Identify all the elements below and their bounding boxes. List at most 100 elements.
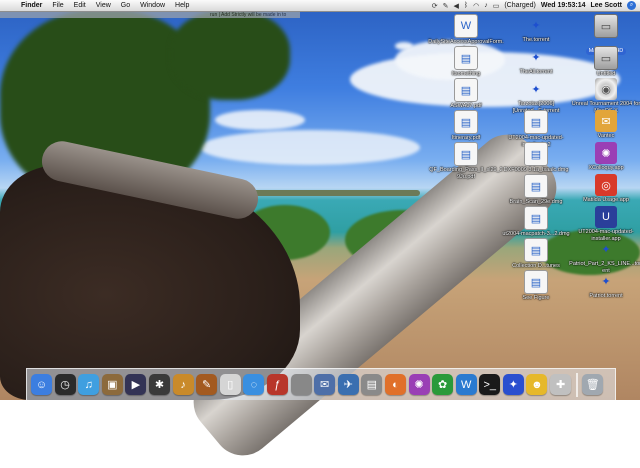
desktop-icon-label: Itinerary.pdf — [451, 135, 481, 141]
dock: ☺ ◷ ♫ ▣ ▶ ✱ ♪ ✎ ▯ ◌ ƒ ✉ ✈ ▤ ◐ ✺ ✿ W >_ ✦ ☻ ✚ 🗑 — [26, 368, 616, 400]
dock-flash-icon[interactable]: ƒ — [266, 374, 288, 395]
desktop-icon[interactable]: ▤ QF_Boarding_Pass_II_sl29_29Ju.pdf — [428, 142, 504, 180]
app-icon: ✺ — [595, 142, 617, 164]
wallpaper-cloud — [200, 130, 420, 165]
menu-edit[interactable]: Edit — [74, 2, 86, 9]
menu-extras: ⟳ ✎ ◀ ᛒ ◠ ♪ ▭ (Charged) Wed 19:53:14 Lee… — [432, 1, 640, 10]
doc-icon: ▤ — [524, 142, 548, 166]
dock-worldtime-icon[interactable]: W — [455, 374, 477, 395]
desktop-icon-label: QF_Boarding_Pass_II_sl29_29Ju.pdf — [429, 167, 503, 180]
sync-icon[interactable]: ⟳ — [432, 2, 438, 10]
torrent-icon: ✦ — [531, 51, 541, 64]
doc-icon: ▤ — [454, 78, 478, 102]
desktop-icon[interactable]: ✺ XColloquy.app — [568, 142, 640, 172]
dock-system-preferences-icon[interactable] — [290, 374, 312, 395]
desktop-icon[interactable]: ▤ ASWA07.pdf — [428, 78, 504, 110]
doc-icon: ▤ — [454, 110, 478, 134]
desktop-icon-label: Matilda Usage.app — [583, 197, 629, 203]
torrent-icon: ✦ — [601, 243, 611, 256]
menu-bar: Finder File Edit View Go Window Help ⟳ ✎… — [0, 0, 640, 12]
desktop-icon-label: See Figure — [522, 295, 550, 301]
desktop-icon[interactable]: U UT2004-mac-updated-installer.app — [568, 206, 640, 242]
desktop-icon[interactable]: ✉ Vantec — [568, 110, 640, 140]
desktop-icon[interactable]: ✦ TheAll.torrent — [498, 46, 574, 76]
dock-ipod-icon[interactable]: ▯ — [219, 374, 241, 395]
dock-bird-icon[interactable]: ✈ — [337, 374, 359, 395]
torrent-icon: ✦ — [531, 19, 541, 32]
battery-icon[interactable]: ▭ — [493, 2, 500, 10]
desktop-icon[interactable]: ✦ Patriot.torrent — [568, 270, 640, 300]
dock-safari-icon[interactable]: ◌ — [243, 374, 265, 395]
app-icon: U — [595, 206, 617, 228]
bluetooth-icon[interactable]: ᛒ — [464, 2, 468, 9]
script-icon[interactable]: ✎ — [443, 2, 449, 10]
dock-separator — [575, 372, 578, 397]
desktop-icon-label: Collection D...tunes — [512, 263, 560, 269]
desktop-icon[interactable]: ▤ Brain_Scan_29e.dmg — [498, 174, 574, 206]
dock-dashboard-icon[interactable]: ◷ — [54, 374, 76, 395]
dock-adium-icon[interactable]: ☻ — [526, 374, 548, 395]
desktop-icon-label: Vantec — [597, 133, 615, 139]
desktop-icon[interactable]: ▤ DXF0009 3.1a_lsaalc.dmg — [498, 142, 574, 174]
menu-clock[interactable]: Wed 19:53:14 — [541, 2, 586, 9]
desktop-icon[interactable]: ▤ Itinerary.pdf — [428, 110, 504, 142]
menu-file[interactable]: File — [52, 2, 63, 9]
desktop-icon[interactable]: ◎ Matilda Usage.app — [568, 174, 640, 204]
desktop-icon[interactable]: ▤ Itsomething — [428, 46, 504, 78]
dock-iphoto-icon[interactable]: ▣ — [101, 374, 123, 395]
doc-icon: ▤ — [454, 142, 478, 166]
menu-go[interactable]: Go — [121, 2, 130, 9]
battery-status[interactable]: (Charged) — [504, 2, 536, 9]
dock-mail-icon[interactable]: ✉ — [314, 374, 336, 395]
desktop-icon[interactable]: ✦ The.torrent — [498, 14, 574, 44]
dock-trash-icon[interactable]: 🗑 — [582, 374, 604, 395]
disc-icon: ◉ — [595, 78, 617, 100]
dock-itunes-icon[interactable]: ♫ — [78, 374, 100, 395]
wifi-icon[interactable]: ◠ — [473, 2, 479, 10]
torrent-icon: ✦ — [531, 83, 541, 96]
menu-view[interactable]: View — [96, 2, 111, 9]
desktop-icon[interactable]: ◉Unreal Tournament 2004 for MacOS X — [568, 78, 640, 114]
desktop-icon[interactable]: ▭ Untitled — [568, 46, 640, 78]
desktop-icon-label: The.torrent — [522, 37, 550, 43]
desktop-icon[interactable]: ▤ See Figure — [498, 270, 574, 302]
desktop-icon[interactable]: ✦ Patriot_Part_2_KS_LINE...torrent — [568, 238, 640, 274]
desktop-icon-label: ASWA07.pdf — [450, 103, 482, 109]
spotlight-icon[interactable]: ⌕ — [627, 1, 636, 10]
dock-firefox-icon[interactable]: ◐ — [384, 374, 406, 395]
doc-icon: ▤ — [524, 270, 548, 294]
desktop-icon[interactable]: ✦Tarzotas[2006][Unrated...E.torrent — [498, 78, 574, 114]
dock-idvd-icon[interactable]: ✱ — [148, 374, 170, 395]
menu-finder[interactable]: Finder — [21, 2, 42, 9]
dock-colloquy-icon[interactable]: ✺ — [408, 374, 430, 395]
volume-icon[interactable]: ◀ — [454, 2, 459, 10]
desktop-icon-label: Untitled — [596, 71, 616, 77]
dock-imovie-icon[interactable]: ▶ — [125, 374, 147, 395]
dock-transmission-icon[interactable]: ✦ — [502, 374, 524, 395]
menu-window[interactable]: Window — [140, 2, 165, 9]
dock-guitar-icon[interactable]: ✎ — [196, 374, 218, 395]
doc-icon: ▤ — [524, 110, 548, 134]
wallpaper-tree — [170, 10, 290, 100]
menu-help[interactable]: Help — [175, 2, 189, 9]
speaker-icon[interactable]: ♪ — [484, 2, 488, 9]
desktop-icon-label: XColloquy.app — [588, 165, 624, 171]
dock-terminal-icon[interactable]: >_ — [479, 374, 501, 395]
user-menu[interactable]: Lee Scott — [590, 2, 622, 9]
drive-icon: ▭ — [594, 14, 618, 38]
desktop-icon[interactable]: ▤ Collection D...tunes — [498, 238, 574, 270]
dock-garageband-icon[interactable]: ♪ — [172, 374, 194, 395]
desktop-icon[interactable]: ▤ ut2004-macpatch-3...2.dmg — [498, 206, 574, 238]
dock-preview-icon[interactable]: ✚ — [550, 374, 572, 395]
dock-address-book-icon[interactable]: ▤ — [361, 374, 383, 395]
doc-icon: ▤ — [524, 174, 548, 198]
dock-frog-icon[interactable]: ✿ — [432, 374, 454, 395]
dock-finder-icon[interactable]: ☺ — [31, 374, 52, 395]
drive-icon: ▭ — [594, 46, 618, 70]
desktop-icon-label: Itsomething — [451, 71, 481, 77]
wallpaper-cloud — [215, 110, 305, 130]
doc-icon: ▤ — [454, 46, 478, 70]
background-window-title[interactable]: run | Add Strictly will be made in to — [0, 12, 300, 18]
desktop-icon-label: Brain_Scan_29e.dmg — [509, 199, 563, 205]
torrent-icon: ✦ — [601, 275, 611, 288]
